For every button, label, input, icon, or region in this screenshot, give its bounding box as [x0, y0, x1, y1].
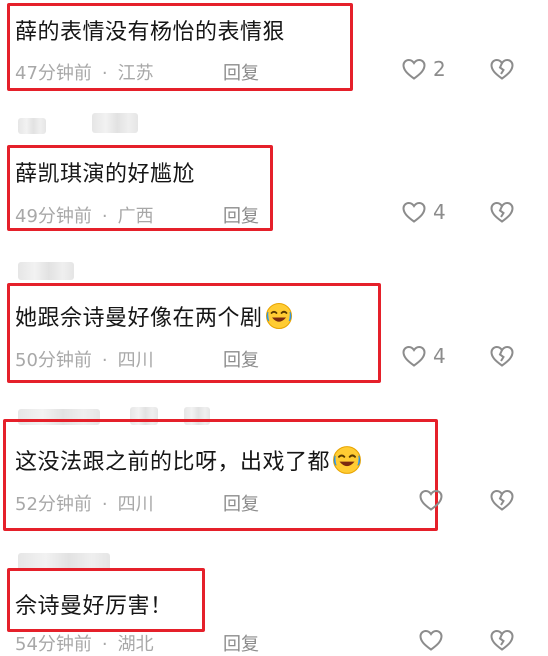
broken-heart-icon	[489, 57, 515, 81]
broken-heart-icon	[489, 488, 515, 512]
heart-outline-icon	[401, 344, 427, 368]
meta-separator: ·	[101, 350, 108, 371]
broken-heart-icon	[489, 628, 515, 652]
laughing-crying-emoji	[265, 302, 293, 336]
comment-meta: 52分钟前 · 四川	[15, 490, 154, 516]
like-count: 4	[433, 200, 446, 224]
like-button[interactable]	[418, 488, 450, 512]
username-blurred	[18, 262, 74, 280]
comment-location: 四川	[117, 350, 154, 371]
comment-location: 湖北	[117, 634, 154, 655]
comment-location: 广西	[117, 206, 154, 227]
comment-time: 49分钟前	[15, 206, 92, 227]
comment-text: 佘诗曼好厉害！	[15, 594, 173, 619]
comment-meta: 47分钟前 · 江苏	[15, 59, 154, 85]
meta-separator: ·	[101, 206, 108, 227]
comment-meta: 49分钟前 · 广西	[15, 202, 154, 228]
heart-outline-icon	[418, 488, 444, 512]
comment-location: 江苏	[117, 63, 154, 84]
comment-meta: 54分钟前 · 湖北	[15, 630, 154, 656]
reply-button[interactable]: 回复	[223, 59, 259, 85]
reply-button[interactable]: 回复	[223, 630, 259, 656]
reply-button[interactable]: 回复	[223, 346, 259, 372]
like-button[interactable]: 4	[401, 200, 446, 224]
broken-heart-icon	[489, 344, 515, 368]
dislike-button[interactable]	[489, 628, 515, 652]
dislike-button[interactable]	[489, 57, 515, 81]
comment-location: 四川	[117, 494, 154, 515]
like-count: 2	[433, 57, 446, 81]
like-count: 4	[433, 344, 446, 368]
username-blurred	[92, 113, 138, 133]
comment-text: 她跟佘诗曼好像在两个剧	[15, 300, 293, 336]
meta-separator: ·	[101, 494, 108, 515]
meta-separator: ·	[101, 634, 108, 655]
comment-time: 47分钟前	[15, 63, 92, 84]
comment-text: 薛的表情没有杨怡的表情狠	[15, 20, 286, 45]
username-blurred	[18, 118, 46, 134]
comment-meta: 50分钟前 · 四川	[15, 346, 154, 372]
comment-time: 52分钟前	[15, 494, 92, 515]
reply-button[interactable]: 回复	[223, 202, 259, 228]
laughing-crying-emoji	[332, 445, 362, 481]
comment-time: 50分钟前	[15, 350, 92, 371]
comment-text-content: 她跟佘诗曼好像在两个剧	[15, 306, 263, 331]
comment-text: 薛凯琪演的好尴尬	[15, 162, 196, 187]
reply-button[interactable]: 回复	[223, 490, 259, 516]
like-button[interactable]: 2	[401, 57, 446, 81]
meta-separator: ·	[101, 63, 108, 84]
comment-text: 这没法跟之前的比呀，出戏了都	[15, 444, 362, 481]
comment-text-content: 这没法跟之前的比呀，出戏了都	[15, 450, 331, 475]
dislike-button[interactable]	[489, 344, 515, 368]
heart-outline-icon	[401, 57, 427, 81]
like-button[interactable]	[418, 628, 444, 652]
broken-heart-icon	[489, 200, 515, 224]
heart-outline-icon	[418, 628, 444, 652]
dislike-button[interactable]	[489, 488, 515, 512]
heart-outline-icon	[401, 200, 427, 224]
like-button[interactable]: 4	[401, 344, 446, 368]
comment-time: 54分钟前	[15, 634, 92, 655]
dislike-button[interactable]	[489, 200, 515, 224]
